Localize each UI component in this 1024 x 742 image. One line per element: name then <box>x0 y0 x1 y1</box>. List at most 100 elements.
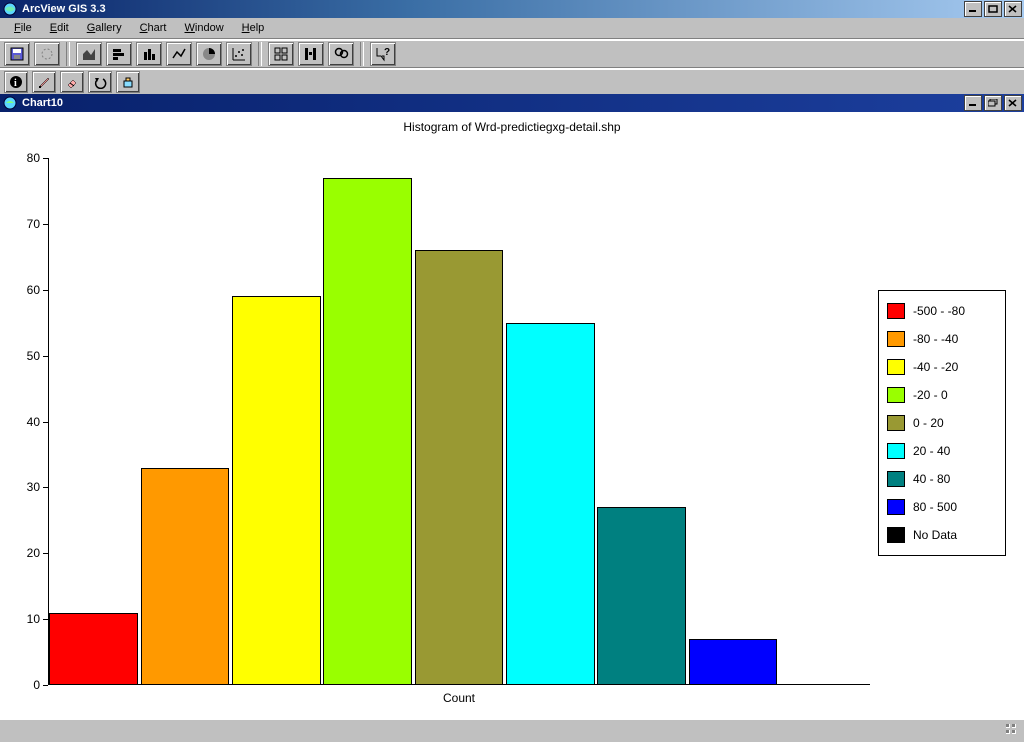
bar <box>232 296 321 685</box>
print-icon <box>39 46 55 62</box>
toolbar-separator <box>66 42 70 66</box>
column-chart-icon <box>141 46 157 62</box>
scatter-chart-button[interactable] <box>226 42 252 66</box>
menu-gallery[interactable]: Gallery <box>79 20 130 36</box>
menu-window[interactable]: Window <box>177 20 232 36</box>
column-chart-button[interactable] <box>136 42 162 66</box>
menu-file[interactable]: File <box>6 20 40 36</box>
bar <box>323 178 412 685</box>
app-sys-buttons <box>964 1 1024 17</box>
bar <box>415 250 504 685</box>
menubar: File Edit Gallery Chart Window Help <box>0 18 1024 38</box>
area-chart-icon <box>81 46 97 62</box>
erase-button[interactable] <box>60 71 84 93</box>
legend-swatch <box>887 359 905 375</box>
y-tick-label: 40 <box>27 415 48 429</box>
bar-chart-icon <box>111 46 127 62</box>
bar <box>506 323 595 685</box>
legend-swatch <box>887 443 905 459</box>
chart-title: Histogram of Wrd-predictiegxg-detail.shp <box>0 120 1024 134</box>
edit-point-button[interactable] <box>32 71 56 93</box>
legend-item: 0 - 20 <box>887 409 997 437</box>
legend-label: No Data <box>913 528 957 542</box>
legend-item: -80 - -40 <box>887 325 997 353</box>
toolbar-separator <box>258 42 262 66</box>
legend-item: 20 - 40 <box>887 437 997 465</box>
bar <box>689 639 778 685</box>
area-chart-button[interactable] <box>76 42 102 66</box>
legend-label: -20 - 0 <box>913 388 948 402</box>
resize-grip-icon[interactable] <box>1006 724 1022 740</box>
mdi-titlebar: Chart10 <box>0 94 1024 112</box>
edit-point-icon <box>37 75 51 89</box>
chart-area: Histogram of Wrd-predictiegxg-detail.shp… <box>0 112 1024 722</box>
bar-chart-button[interactable] <box>106 42 132 66</box>
print-button[interactable] <box>34 42 60 66</box>
legend-label: 0 - 20 <box>913 416 944 430</box>
x-axis-title: Count <box>48 691 870 705</box>
find-button[interactable] <box>328 42 354 66</box>
maximize-button[interactable] <box>984 1 1002 17</box>
legend-swatch <box>887 471 905 487</box>
legend-item: No Data <box>887 521 997 549</box>
legend-item: -40 - -20 <box>887 353 997 381</box>
menu-chart[interactable]: Chart <box>132 20 175 36</box>
chart-window-icon <box>2 95 18 111</box>
mdi-restore-button[interactable] <box>984 95 1002 111</box>
minimize-button[interactable] <box>964 1 982 17</box>
app-title: ArcView GIS 3.3 <box>22 0 964 18</box>
main-toolbar: ? <box>0 40 1024 67</box>
color-icon <box>121 75 135 89</box>
find-icon <box>333 46 349 62</box>
series-icon <box>303 46 319 62</box>
context-help-button[interactable]: ? <box>370 42 396 66</box>
bars-container <box>48 158 870 685</box>
undo-button[interactable] <box>88 71 112 93</box>
legend-label: 80 - 500 <box>913 500 957 514</box>
legend: -500 - -80 -80 - -40 -40 - -20 -20 - 0 0 - 2… <box>878 290 1006 556</box>
y-tick-label: 80 <box>27 151 48 165</box>
legend-label: -40 - -20 <box>913 360 958 374</box>
y-tick-label: 0 <box>33 678 48 692</box>
legend-item: -500 - -80 <box>887 297 997 325</box>
erase-icon <box>65 75 79 89</box>
color-button[interactable] <box>116 71 140 93</box>
legend-swatch <box>887 415 905 431</box>
legend-label: 40 - 80 <box>913 472 950 486</box>
line-chart-icon <box>171 46 187 62</box>
plot-area: 0 10 20 30 40 50 60 70 80 Count <box>48 158 870 685</box>
save-button[interactable] <box>4 42 30 66</box>
legend-swatch <box>887 387 905 403</box>
gallery-icon <box>273 46 289 62</box>
y-tick-label: 70 <box>27 217 48 231</box>
legend-item: 40 - 80 <box>887 465 997 493</box>
mdi-close-button[interactable] <box>1004 95 1022 111</box>
close-button[interactable] <box>1004 1 1022 17</box>
legend-item: 80 - 500 <box>887 493 997 521</box>
app-titlebar: ArcView GIS 3.3 <box>0 0 1024 18</box>
y-tick-label: 10 <box>27 612 48 626</box>
line-chart-button[interactable] <box>166 42 192 66</box>
app-icon <box>2 1 18 17</box>
mdi-title: Chart10 <box>22 94 964 112</box>
identify-button[interactable]: i <box>4 71 28 93</box>
save-icon <box>9 46 25 62</box>
legend-label: 20 - 40 <box>913 444 950 458</box>
y-tick-label: 30 <box>27 480 48 494</box>
menu-help[interactable]: Help <box>234 20 273 36</box>
menu-edit[interactable]: Edit <box>42 20 77 36</box>
statusbar <box>0 719 1024 742</box>
svg-text:i: i <box>14 78 17 89</box>
legend-swatch <box>887 527 905 543</box>
y-tick-label: 50 <box>27 349 48 363</box>
legend-swatch <box>887 499 905 515</box>
chart-gallery-button[interactable] <box>268 42 294 66</box>
mdi-sys-buttons <box>964 95 1024 111</box>
legend-label: -80 - -40 <box>913 332 958 346</box>
info-icon: i <box>9 75 23 89</box>
context-help-icon: ? <box>375 46 391 62</box>
bar <box>597 507 686 685</box>
pie-chart-button[interactable] <box>196 42 222 66</box>
mdi-minimize-button[interactable] <box>964 95 982 111</box>
series-options-button[interactable] <box>298 42 324 66</box>
